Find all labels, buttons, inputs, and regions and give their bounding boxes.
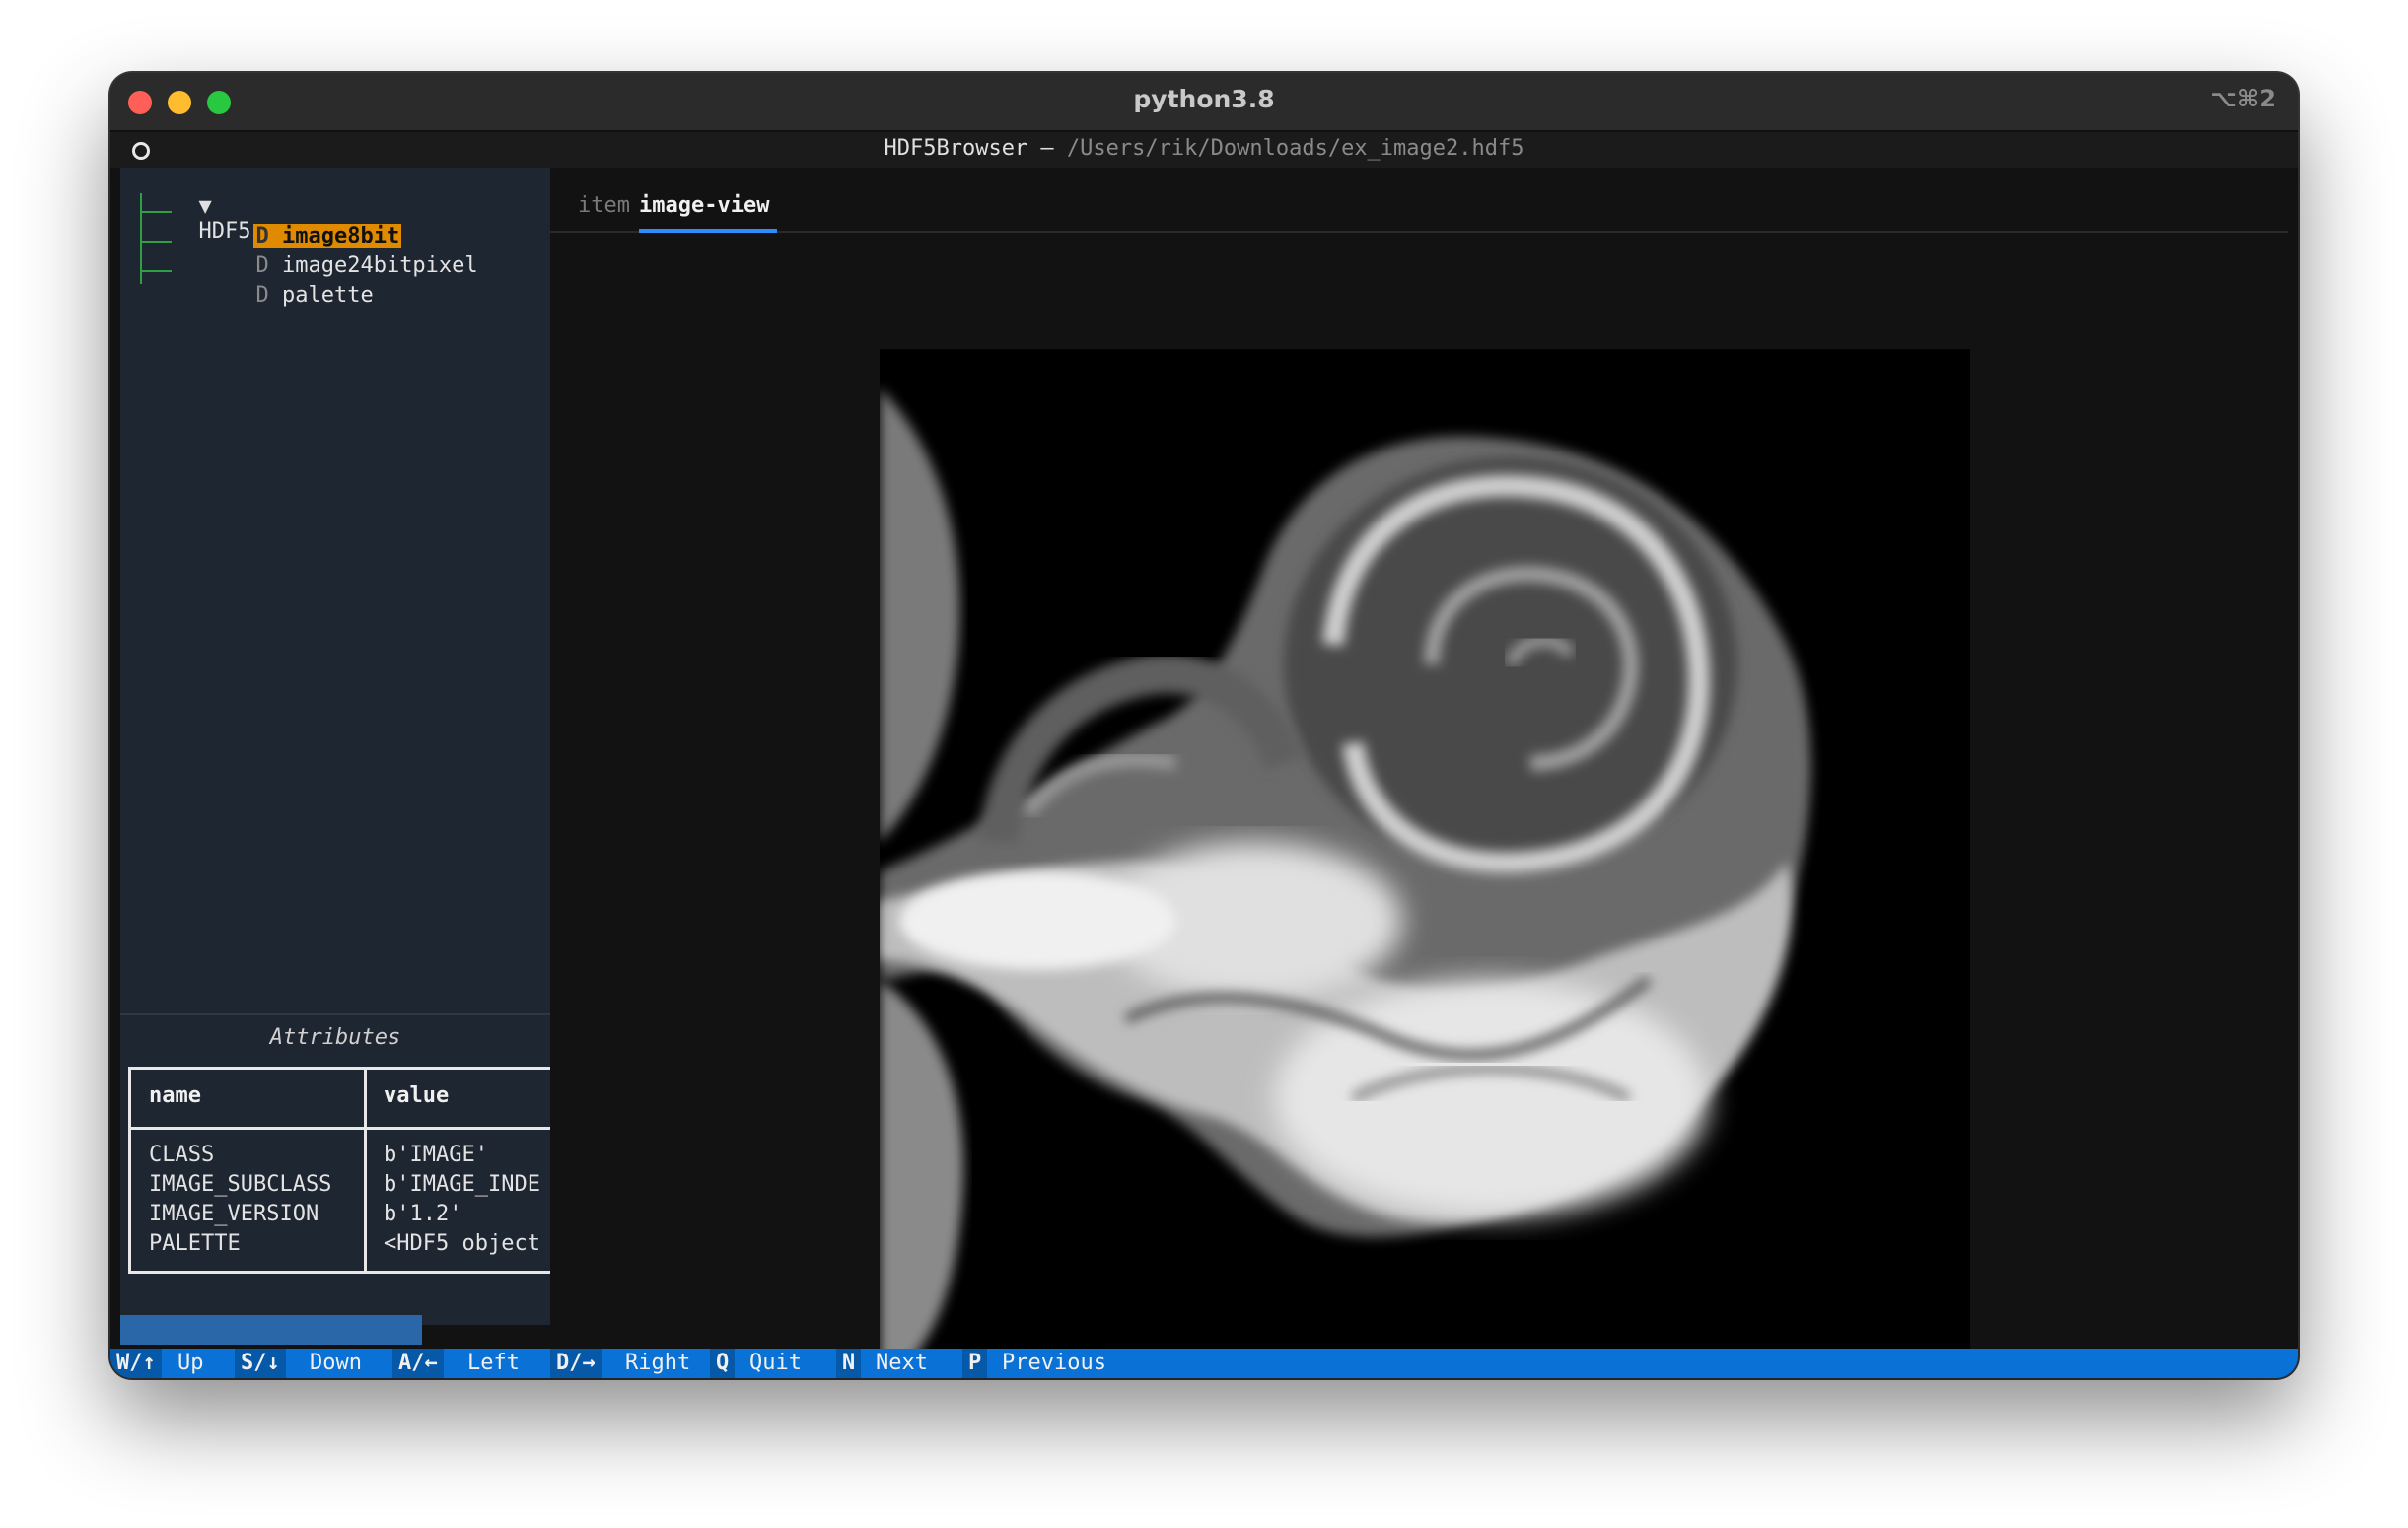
tree-branch-line (140, 211, 172, 213)
horizontal-scrollbar[interactable] (120, 1315, 422, 1345)
key-up[interactable]: W/↑ (110, 1349, 162, 1378)
file-path: /Users/rik/Downloads/ex_image2.hdf5 (1066, 136, 1524, 161)
attributes-title: Attributes (269, 1025, 401, 1050)
tree-item-palette[interactable]: D palette (176, 258, 373, 308)
app-header: HDF5Browser — /Users/rik/Downloads/ex_im… (110, 132, 2298, 168)
action-quit[interactable]: Quit (744, 1349, 808, 1378)
attr-value-cell: <HDF5 object (384, 1231, 540, 1256)
tab-item[interactable]: item (578, 193, 630, 218)
title-bar: python3.8 ⌥⌘2 (110, 73, 2298, 132)
key-right[interactable]: D/→ (550, 1349, 602, 1378)
key-down[interactable]: S/↓ (235, 1349, 286, 1378)
terminal-window: python3.8 ⌥⌘2 HDF5Browser — /Users/rik/D… (110, 73, 2298, 1378)
column-header-name[interactable]: name (149, 1083, 201, 1108)
tree-branch-line (140, 270, 172, 272)
attributes-table: name value CLASS b'IMAGE' IMAGE_SUBCLASS… (128, 1067, 550, 1274)
key-next[interactable]: N (836, 1349, 862, 1378)
table-column-divider (364, 1070, 367, 1271)
main-panel: item image-view (550, 168, 2288, 1378)
action-previous[interactable]: Previous (996, 1349, 1112, 1378)
dataset-image (880, 349, 1970, 1378)
window-title: python3.8 (1133, 85, 1275, 113)
action-down[interactable]: Down (304, 1349, 368, 1378)
tree-item-label: palette (281, 283, 374, 308)
attr-name-cell: CLASS (149, 1143, 215, 1167)
active-tab-indicator (639, 229, 777, 233)
action-next[interactable]: Next (870, 1349, 934, 1378)
key-quit[interactable]: Q (710, 1349, 736, 1378)
window-shortcut: ⌥⌘2 (2210, 85, 2276, 112)
attr-value-cell: b'IMAGE' (384, 1143, 488, 1167)
attr-name-cell: IMAGE_SUBCLASS (149, 1172, 332, 1197)
attr-name-cell: PALETTE (149, 1231, 241, 1256)
attributes-divider (120, 1013, 550, 1015)
column-header-value[interactable]: value (384, 1083, 449, 1108)
tree-branch-line (140, 241, 172, 243)
dataset-type-icon: D (255, 283, 269, 308)
tree-item-image24bitpixel[interactable]: D image24bitpixel (176, 229, 477, 278)
action-up[interactable]: Up (172, 1349, 210, 1378)
tree-item-image8bit[interactable]: D image8bit (176, 199, 402, 248)
attr-value-cell: b'IMAGE_INDE (384, 1172, 540, 1197)
attr-value-cell: b'1.2' (384, 1202, 462, 1226)
action-right[interactable]: Right (619, 1349, 696, 1378)
image-viewer (880, 349, 1970, 1378)
app-title: HDF5Browser — /Users/rik/Downloads/ex_im… (110, 136, 2298, 161)
tab-bar-divider (550, 231, 2288, 233)
tree-sidebar: ▼ HDF5 D image8bit D image24bitpixel D p… (120, 168, 550, 1345)
action-left[interactable]: Left (461, 1349, 526, 1378)
table-header-divider (131, 1127, 550, 1130)
key-previous[interactable]: P (962, 1349, 988, 1378)
app-name: HDF5Browser — (884, 136, 1054, 161)
tab-image-view[interactable]: image-view (639, 193, 769, 218)
attr-name-cell: IMAGE_VERSION (149, 1202, 319, 1226)
key-bindings-bar: W/↑ Up S/↓ Down A/← Left D/→ Right Q Qui… (110, 1349, 2298, 1378)
key-left[interactable]: A/← (392, 1349, 444, 1378)
